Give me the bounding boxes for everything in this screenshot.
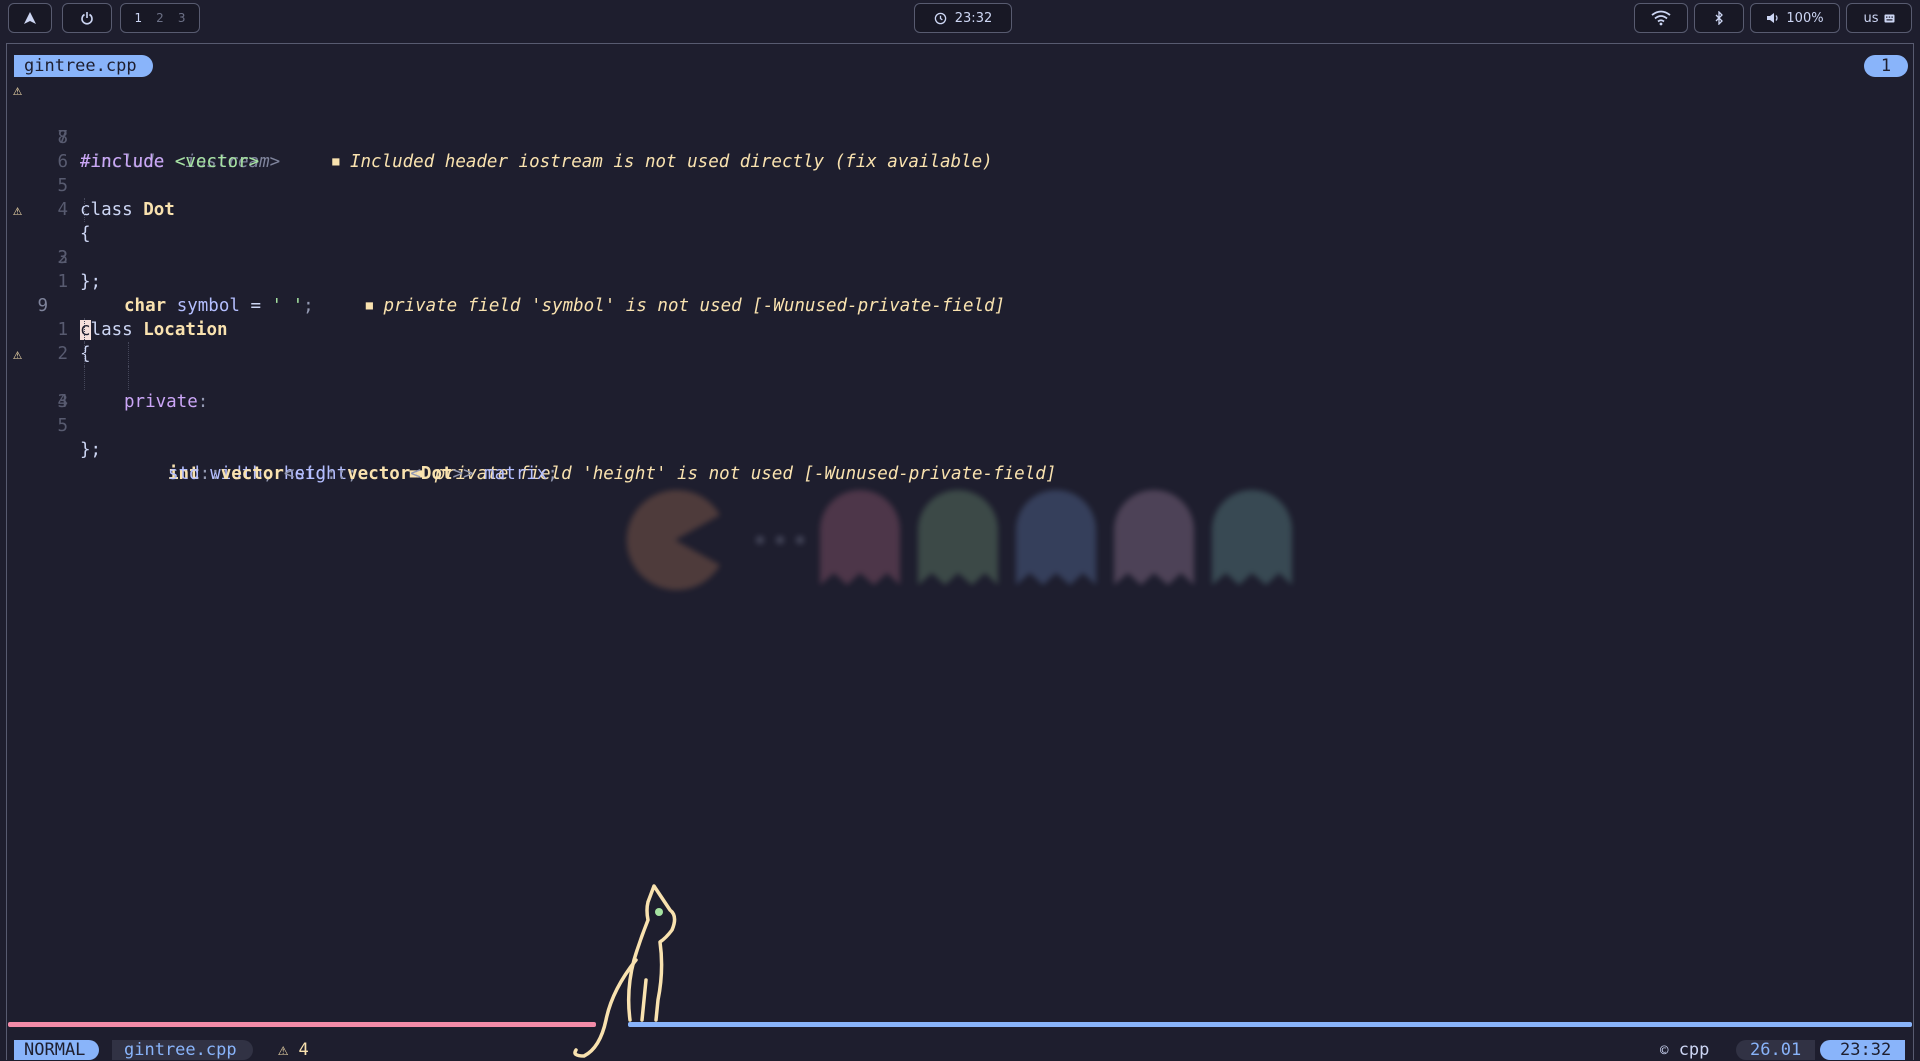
scope-operator: :: xyxy=(199,464,221,484)
code-line: 1 xyxy=(0,246,1920,292)
cursor-position: 26.01 xyxy=(1736,1040,1816,1060)
keyboard-icon xyxy=(1884,14,1895,23)
angle-bracket: < xyxy=(283,464,295,484)
type-name: Dot xyxy=(420,464,453,484)
warning-sign-icon: ⚠ xyxy=(13,201,23,219)
code-line: 5 }; xyxy=(0,390,1920,460)
code-line: 4 { xyxy=(0,174,1920,244)
status-time: 23:32 xyxy=(1820,1040,1906,1060)
wifi-button[interactable] xyxy=(1634,3,1688,33)
code-line: 4 std::vector<std::vector<Dot>> matrix; xyxy=(0,366,1920,484)
launcher-button[interactable] xyxy=(8,3,52,33)
cat-illustration xyxy=(573,884,677,1058)
buffer-tab[interactable]: gintree.cpp xyxy=(14,55,153,77)
scope-operator: :: xyxy=(326,464,348,484)
mode-indicator: NORMAL xyxy=(14,1040,100,1060)
indent-guide xyxy=(84,366,85,390)
field-name: matrix xyxy=(473,464,548,484)
code-line-current: 9 class Location xyxy=(0,270,1920,340)
type-name: vector xyxy=(220,464,284,484)
volume-icon xyxy=(1766,12,1780,24)
workspace-3[interactable]: 3 xyxy=(178,11,186,25)
volume-level: 100% xyxy=(1786,10,1824,26)
clock-widget[interactable]: 23:32 xyxy=(914,3,1012,33)
angle-bracket: < xyxy=(410,464,421,484)
indent-guide xyxy=(128,366,129,390)
code-line: 2 }; xyxy=(0,222,1920,292)
progress-line-right xyxy=(628,1022,1912,1027)
warning-sign-icon: ⚠ xyxy=(13,81,23,99)
power-button[interactable] xyxy=(62,3,112,33)
indent-guide xyxy=(84,342,85,366)
wifi-icon xyxy=(1651,10,1671,26)
workspace-switcher: 1 2 3 xyxy=(120,3,200,33)
filetype: © cpp xyxy=(1660,1040,1709,1061)
power-icon xyxy=(80,11,94,25)
semicolon: ; xyxy=(547,464,558,484)
warning-count-value: 4 xyxy=(298,1040,309,1060)
keyboard-layout: us xyxy=(1863,10,1879,26)
angle-bracket: >> xyxy=(452,464,474,484)
code-line: 6 xyxy=(0,126,1920,172)
warning-count[interactable]: ⚠ 4 xyxy=(278,1040,309,1060)
indent-guide xyxy=(84,198,85,222)
code-area[interactable]: ⚠ 8 #include <iostream> ■ Included header… xyxy=(0,78,1920,484)
status-line: NORMAL gintree.cpp ⚠ 4 © cpp 26.01 23:32 xyxy=(0,1038,1920,1060)
top-bar: 1 2 3 23:32 100% us xyxy=(0,0,1920,40)
type-name: vector xyxy=(347,464,411,484)
pacman-wallpaper-art xyxy=(626,490,1292,590)
code-line: ⚠ 8 #include <iostream> ■ Included header… xyxy=(0,78,1920,172)
clock-icon xyxy=(934,12,947,25)
indent-guide xyxy=(84,318,85,342)
indent-guide xyxy=(128,342,129,366)
code-line: 1 { xyxy=(0,294,1920,364)
cpp-icon: © xyxy=(1660,1043,1669,1059)
warning-icon: ⚠ xyxy=(278,1040,289,1060)
code-line: 5 class Dot xyxy=(0,150,1920,220)
filetype-label: cpp xyxy=(1678,1040,1710,1060)
code-line: ⚠ 3 char symbol = ' '; ■ private field 's… xyxy=(0,198,1920,316)
clock-time: 23:32 xyxy=(954,10,993,26)
namespace: std xyxy=(168,464,200,484)
line-number: 5 xyxy=(57,416,68,436)
brace: }; xyxy=(80,440,102,460)
buffer-number: 1 xyxy=(1864,55,1908,77)
bluetooth-button[interactable] xyxy=(1694,3,1744,33)
bluetooth-icon xyxy=(1714,11,1724,25)
code-line: ⚠ 3 int width, height; ■■ private field '… xyxy=(0,342,1920,484)
arch-logo-icon xyxy=(23,11,37,25)
keyboard-layout-button[interactable]: us xyxy=(1846,3,1912,33)
code-line: 2 private: xyxy=(0,318,1920,412)
code-line: 7 #include <vector> xyxy=(0,102,1920,172)
warning-sign-icon: ⚠ xyxy=(13,345,23,363)
volume-button[interactable]: 100% xyxy=(1750,3,1840,33)
workspace-2[interactable]: 2 xyxy=(156,11,164,25)
workspace-1[interactable]: 1 xyxy=(135,11,143,25)
namespace: std xyxy=(294,464,327,484)
progress-line-left xyxy=(8,1022,596,1027)
status-filename: gintree.cpp xyxy=(112,1040,253,1060)
